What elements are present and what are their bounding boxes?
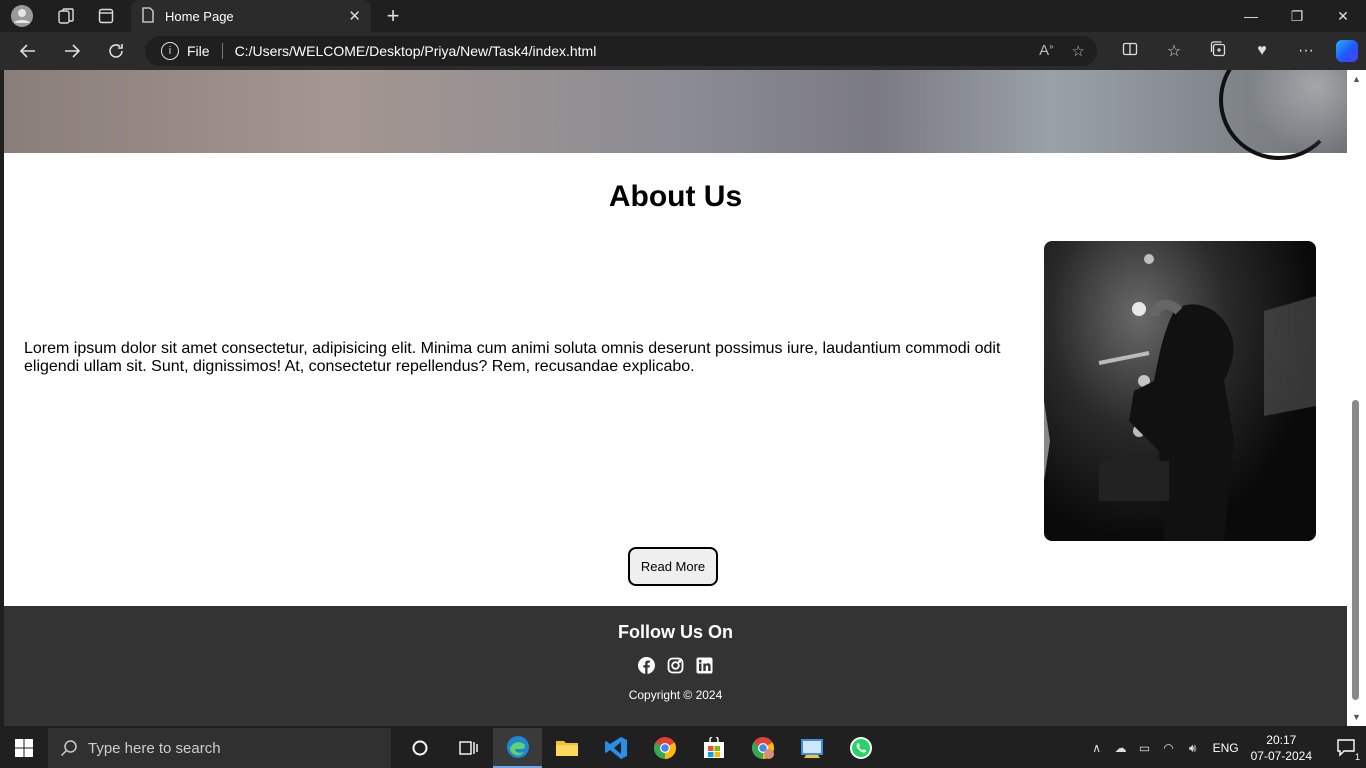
clock-time: 20:17	[1266, 733, 1297, 747]
search-placeholder: Type here to search	[88, 739, 221, 757]
browser-essentials-icon[interactable]: ♥	[1240, 42, 1284, 60]
tab-actions-icon[interactable]	[90, 0, 122, 32]
window-controls: — ❐ ✕	[1228, 0, 1366, 32]
address-divider	[221, 43, 223, 59]
scroll-up-arrow[interactable]: ▲	[1352, 74, 1361, 84]
windows-start-button[interactable]	[0, 728, 48, 768]
back-button[interactable]	[6, 32, 50, 70]
scrollbar-thumb[interactable]	[1352, 400, 1359, 700]
instagram-icon[interactable]	[667, 657, 684, 674]
refresh-button[interactable]	[94, 32, 138, 70]
footer-heading: Follow Us On	[618, 622, 733, 642]
browser-tab[interactable]: Home Page ✕	[131, 0, 371, 32]
linkedin-icon[interactable]	[696, 657, 713, 674]
read-aloud-icon[interactable]: A»	[1039, 42, 1053, 60]
task-view-icon[interactable]	[444, 728, 493, 768]
close-window-button[interactable]: ✕	[1320, 0, 1366, 32]
tab-title: Home Page	[165, 8, 234, 24]
chrome-profile-icon[interactable]	[738, 728, 787, 768]
restore-button[interactable]: ❐	[1274, 0, 1320, 32]
social-links	[4, 657, 1347, 674]
page-icon	[141, 6, 155, 26]
site-info-icon[interactable]: i	[161, 42, 179, 60]
battery-icon[interactable]: ▭	[1133, 741, 1157, 755]
notification-count: 1	[1354, 752, 1360, 762]
copyright-text: Copyright © 2024	[628, 688, 723, 702]
windows-taskbar: Type here to search ∧ ☁ ▭ ◠ 🔊︎ ENG 20:17…	[0, 728, 1366, 768]
file-explorer-icon[interactable]	[542, 728, 591, 768]
volume-icon[interactable]: 🔊︎	[1181, 741, 1205, 756]
favorite-star-icon[interactable]: ☆	[1072, 42, 1085, 60]
forward-button[interactable]	[50, 32, 94, 70]
browser-toolbar: ☆ ♥ ···	[1108, 32, 1358, 70]
vscode-icon[interactable]	[591, 728, 640, 768]
singer-photo	[1044, 241, 1316, 541]
taskbar-apps	[395, 728, 885, 768]
hero-cable-decoration	[1219, 70, 1339, 160]
whatsapp-icon[interactable]	[836, 728, 885, 768]
vertical-scrollbar[interactable]: ▲ ▼	[1347, 70, 1366, 726]
minimize-button[interactable]: —	[1228, 0, 1274, 32]
language-indicator[interactable]: ENG	[1213, 741, 1239, 755]
copilot-icon[interactable]	[1336, 40, 1358, 62]
system-tray: ∧ ☁ ▭ ◠ 🔊︎ ENG 20:17 07-07-2024 1	[1085, 728, 1366, 768]
new-tab-button[interactable]: +	[380, 0, 406, 32]
facebook-icon[interactable]	[638, 657, 655, 674]
taskbar-search-box[interactable]: Type here to search	[48, 728, 391, 768]
read-more-button[interactable]: Read More	[628, 547, 718, 586]
settings-more-icon[interactable]: ···	[1284, 42, 1328, 60]
about-title: About Us	[608, 180, 743, 213]
clock-date: 07-07-2024	[1250, 749, 1312, 763]
profile-avatar[interactable]	[6, 0, 38, 32]
address-url: C:/Users/WELCOME/Desktop/Priya/New/Task4…	[234, 43, 597, 59]
close-tab-icon[interactable]: ✕	[348, 7, 361, 25]
about-text: Lorem ipsum dolor sit amet consectetur, …	[24, 340, 1001, 375]
collections-icon[interactable]	[1196, 40, 1240, 62]
page-viewport: About Us Lorem ipsum dolor sit amet cons…	[4, 70, 1347, 726]
scroll-down-arrow[interactable]: ▼	[1352, 712, 1361, 722]
workspaces-icon[interactable]	[50, 0, 82, 32]
system-clock[interactable]: 20:17 07-07-2024	[1251, 732, 1312, 764]
edge-taskbar-icon[interactable]	[493, 728, 542, 768]
address-actions: A» ☆	[1039, 42, 1085, 60]
notification-center-icon[interactable]: 1	[1326, 737, 1366, 762]
control-panel-icon[interactable]	[787, 728, 836, 768]
hero-banner-image	[4, 70, 1347, 160]
address-scheme: File	[187, 43, 210, 59]
address-bar[interactable]: i File C:/Users/WELCOME/Desktop/Priya/Ne…	[145, 36, 1097, 66]
page-footer: Follow Us On Copyright © 2024	[4, 606, 1347, 726]
microsoft-store-icon[interactable]	[689, 728, 738, 768]
onedrive-icon[interactable]: ☁	[1109, 741, 1133, 755]
show-hidden-icons-chevron-icon[interactable]: ∧	[1085, 741, 1109, 755]
favorites-icon[interactable]: ☆	[1152, 41, 1196, 61]
cortana-icon[interactable]	[395, 728, 444, 768]
chrome-icon[interactable]	[640, 728, 689, 768]
wifi-icon[interactable]: ◠	[1157, 741, 1181, 755]
search-icon	[60, 740, 77, 757]
split-screen-icon[interactable]	[1108, 41, 1152, 62]
navigation-bar: i File C:/Users/WELCOME/Desktop/Priya/Ne…	[0, 32, 1366, 70]
